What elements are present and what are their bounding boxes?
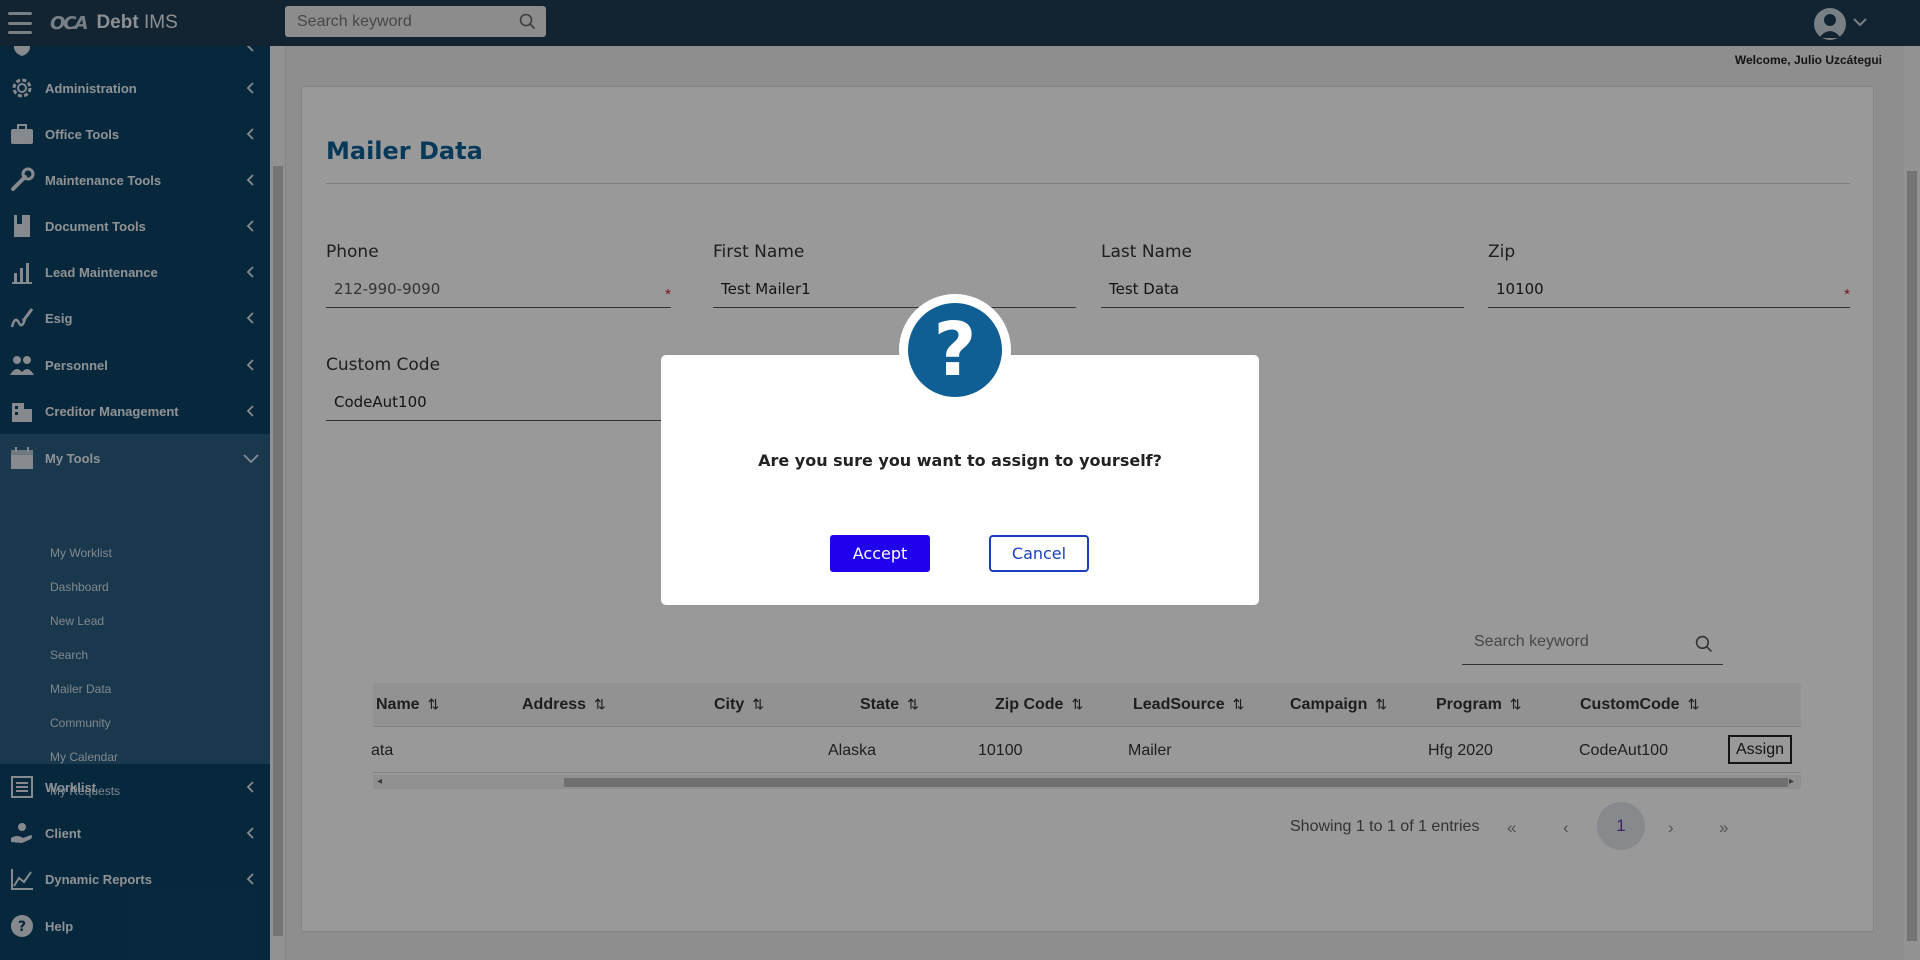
question-glyph: ? (908, 303, 1002, 397)
question-icon: ? (899, 294, 1011, 406)
cancel-button[interactable]: Cancel (989, 535, 1089, 572)
dialog-message: Are you sure you want to assign to yours… (758, 451, 1162, 470)
accept-button[interactable]: Accept (830, 535, 930, 572)
